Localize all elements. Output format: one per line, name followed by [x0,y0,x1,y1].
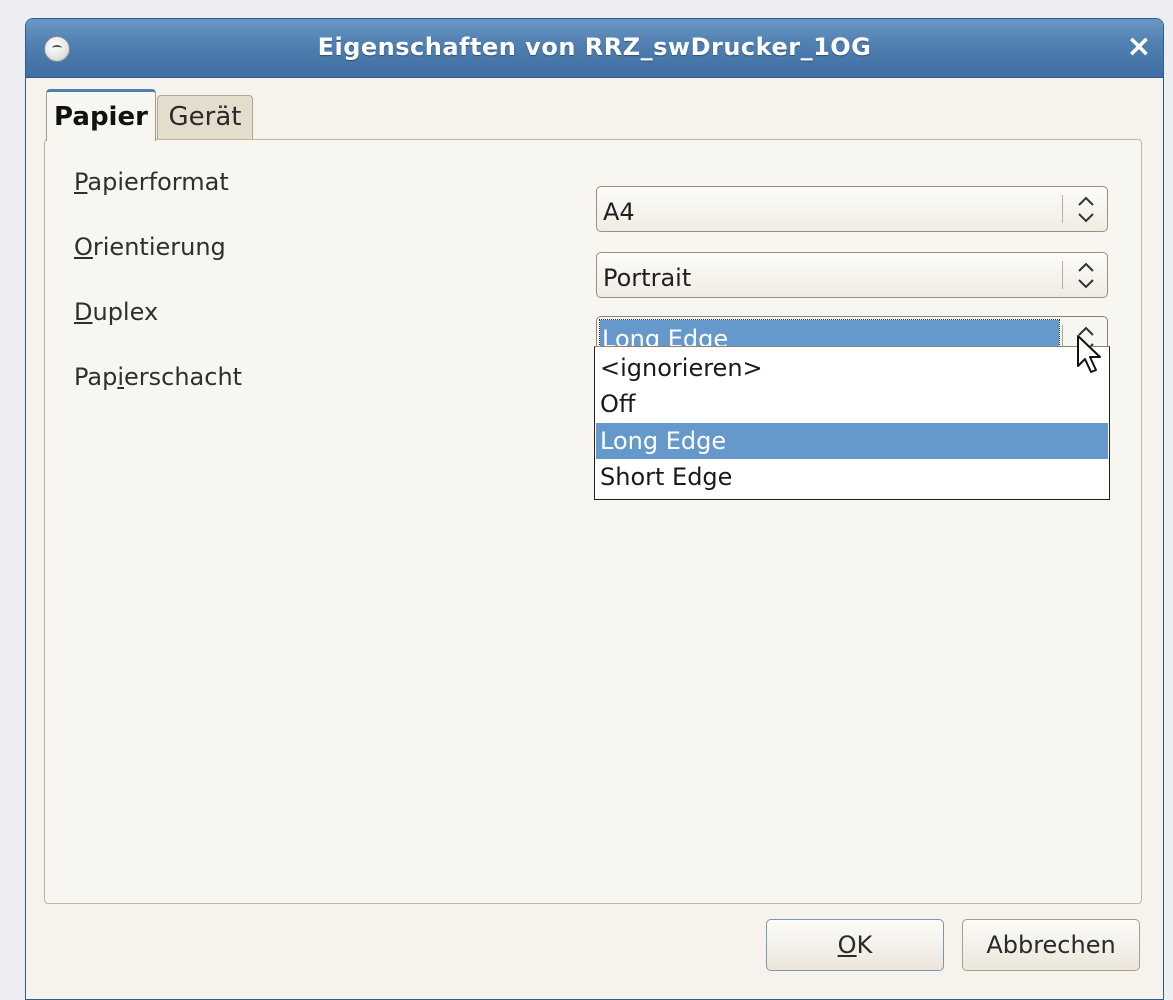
orientierung-value: Portrait [603,264,692,292]
cancel-button[interactable]: Abbrechen [962,919,1140,971]
combo-separator [1062,195,1063,223]
spin-arrows-icon [1078,262,1094,289]
close-icon[interactable]: × [1125,32,1153,62]
papierformat-value: A4 [603,198,635,226]
ok-button[interactable]: OK [766,919,944,971]
duplex-dropdown-list: <ignorieren> Off Long Edge Short Edge [594,346,1110,500]
duplex-option-off[interactable]: Off [596,386,1108,422]
duplex-option-long-edge[interactable]: Long Edge [596,423,1108,459]
titlebar[interactable]: Eigenschaften von RRZ_swDrucker_1OG × [26,19,1163,78]
window-title: Eigenschaften von RRZ_swDrucker_1OG [317,33,872,61]
tab-geraet[interactable]: Gerät [157,95,253,139]
label-duplex: Duplex [74,298,159,326]
label-orientierung: Orientierung [74,233,226,261]
spin-arrows-icon [1078,196,1094,223]
papier-panel: Papierformat Orientierung Duplex Papiers… [44,139,1142,904]
label-papierformat: Papierformat [74,168,229,196]
mouse-pointer-icon [1077,335,1101,373]
orientierung-combo[interactable]: Portrait [596,252,1108,298]
tab-papier[interactable]: Papier [46,89,156,141]
label-papierschacht: Papierschacht [74,363,243,391]
combo-separator [1062,261,1063,289]
print-properties-dialog: Eigenschaften von RRZ_swDrucker_1OG × Pa… [25,18,1164,1000]
papierformat-combo[interactable]: A4 [596,186,1108,232]
duplex-option-short-edge[interactable]: Short Edge [596,459,1108,495]
duplex-option-ignorieren[interactable]: <ignorieren> [596,350,1108,386]
